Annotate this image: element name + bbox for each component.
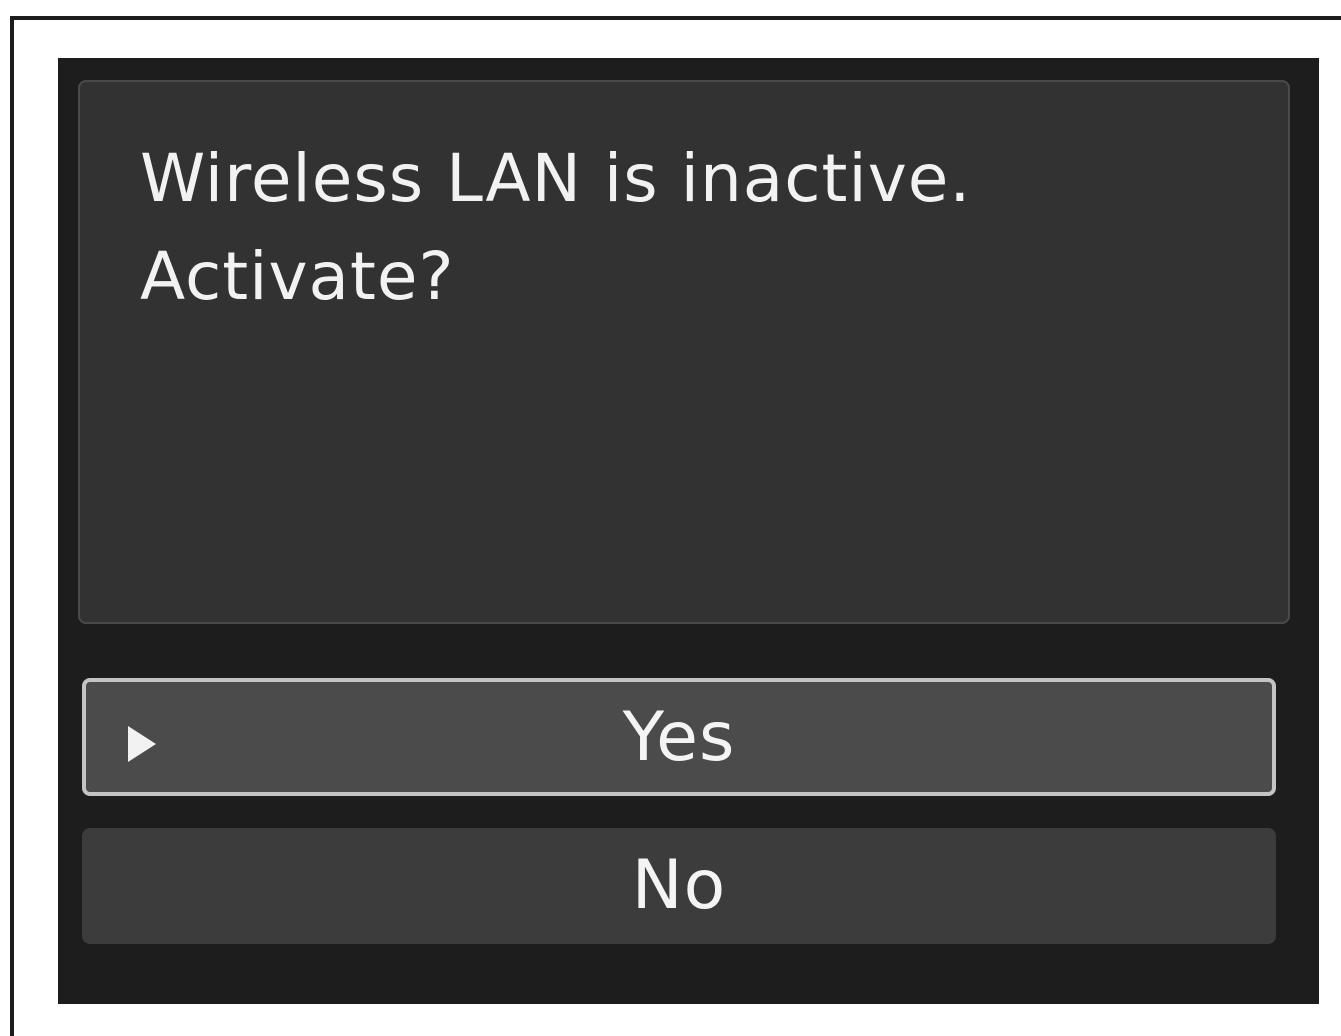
yes-button[interactable]: Yes xyxy=(82,678,1276,796)
no-button-label: No xyxy=(631,846,727,925)
message-panel: Wireless LAN is inactive. Activate? xyxy=(78,80,1290,624)
message-line-2: Activate? xyxy=(140,238,455,315)
selection-cursor-icon xyxy=(122,722,156,766)
yes-button-label: Yes xyxy=(622,698,736,777)
lcd-screen: Wireless LAN is inactive. Activate? Yes … xyxy=(58,58,1319,1004)
message-line-1: Wireless LAN is inactive. xyxy=(140,140,972,217)
no-button[interactable]: No xyxy=(82,828,1276,944)
